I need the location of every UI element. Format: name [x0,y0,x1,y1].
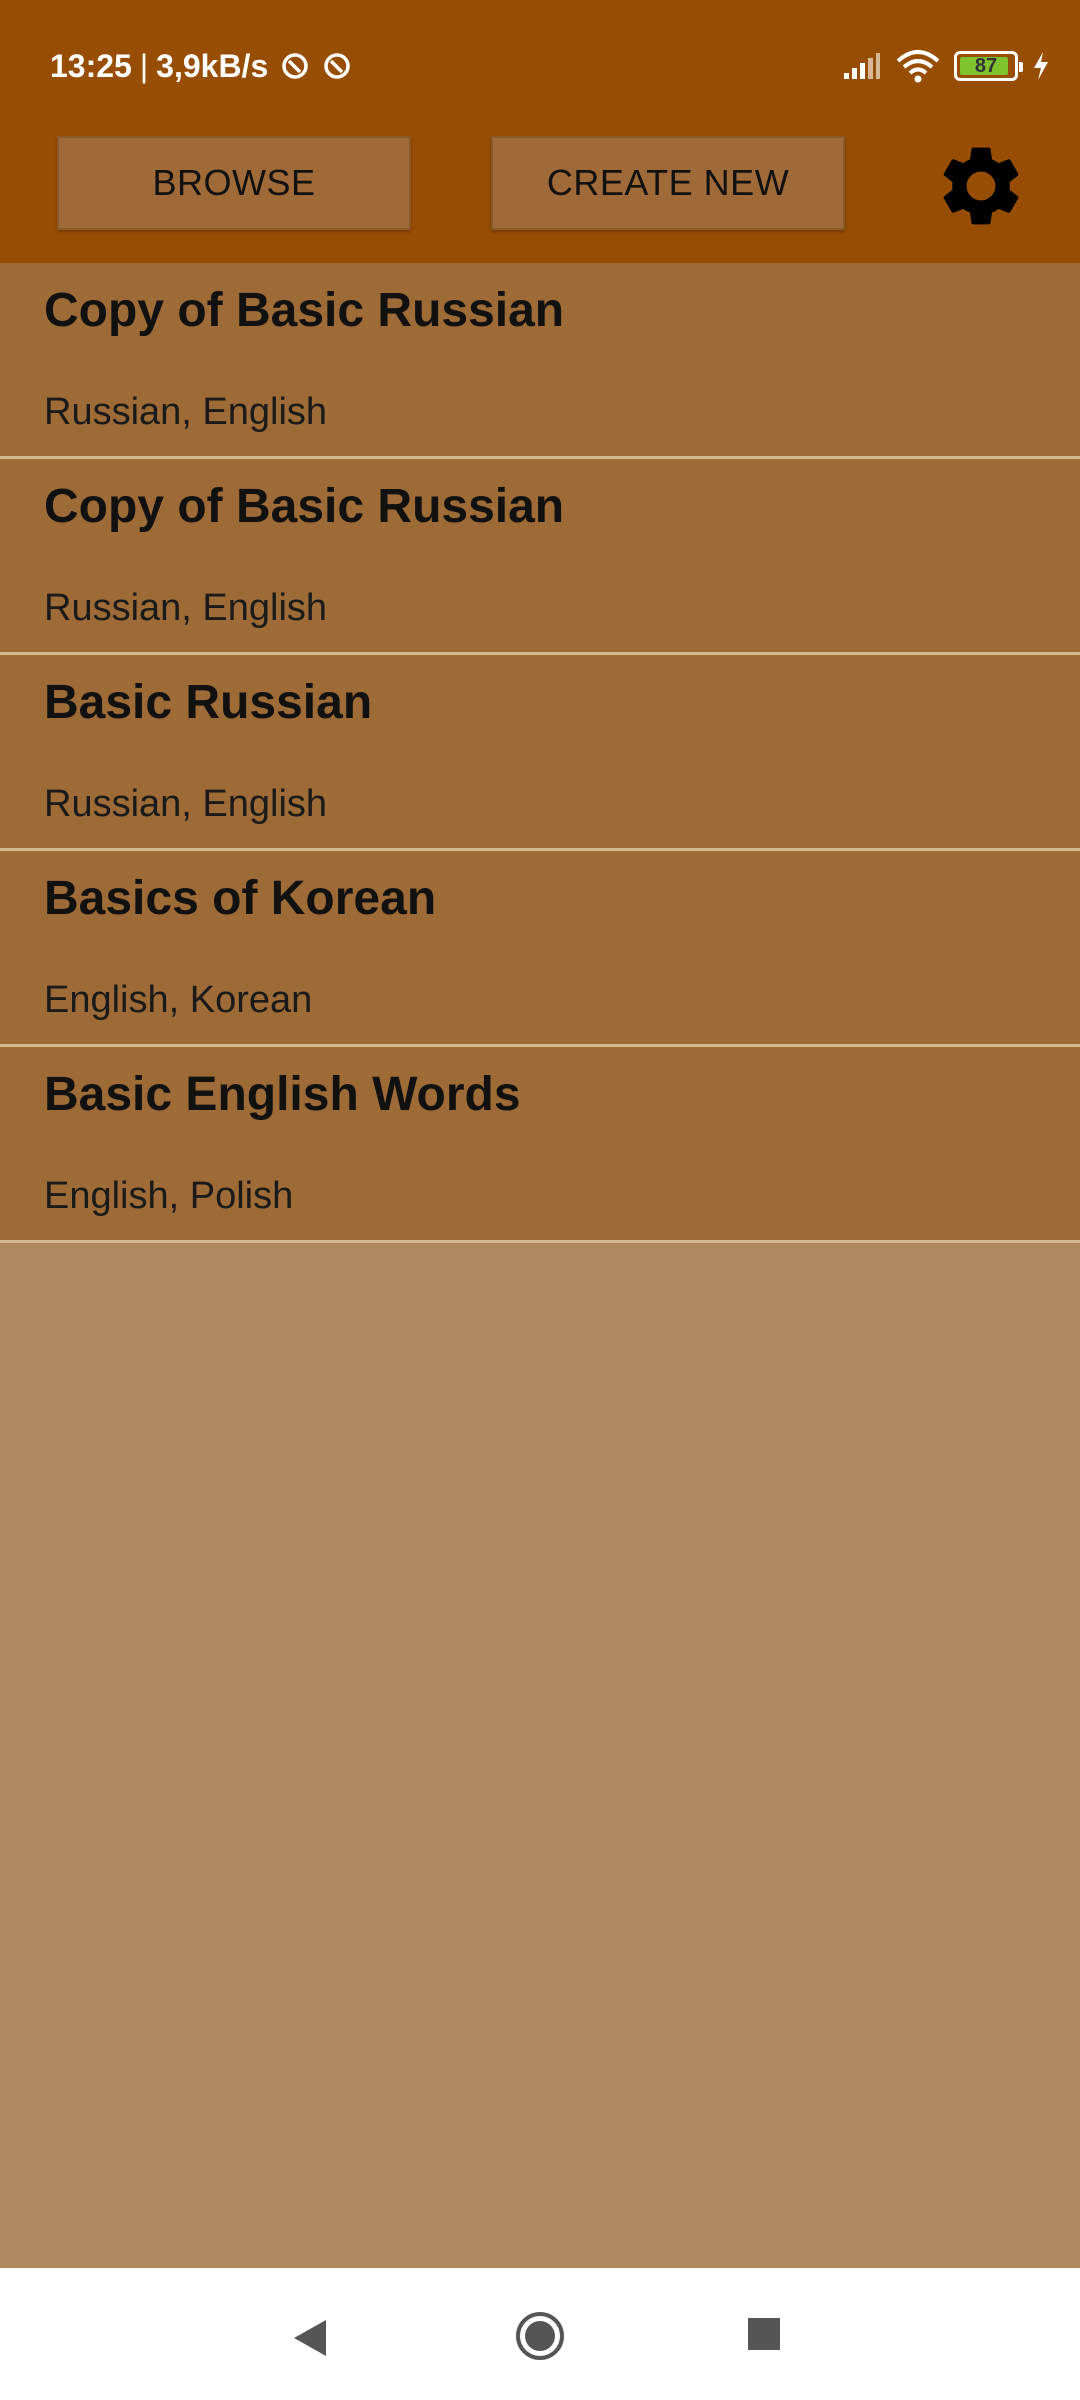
battery-level: 87 [974,54,998,77]
battery-icon: 87 [954,51,1023,81]
deck-languages: English, Korean [44,979,313,1021]
deck-list: Copy of Basic Russian Russian, English C… [0,263,1080,1243]
deck-languages: English, Polish [44,1175,294,1217]
deck-title: Basic English Words [44,1068,521,1121]
gear-icon[interactable] [933,138,1029,234]
sync-icon [324,53,350,79]
app-toolbar: BROWSE CREATE NEW [0,130,1080,263]
status-time: 13:25 [50,47,132,84]
list-item[interactable]: Basics of Korean English, Korean [0,851,1080,1047]
list-item[interactable]: Basic Russian Russian, English [0,655,1080,851]
network-speed: 3,9kB/s [156,47,269,84]
status-bar: 13:25 | 3,9kB/s 87 [0,0,1080,130]
deck-title: Copy of Basic Russian [44,284,565,337]
recents-icon[interactable] [746,2316,782,2352]
deck-title: Basic Russian [44,676,373,729]
signal-icon [844,53,880,79]
browse-button[interactable]: BROWSE [57,136,411,230]
sync-icon [282,53,308,79]
deck-languages: Russian, English [44,391,328,433]
status-right: 87 [828,44,1050,88]
deck-languages: Russian, English [44,587,328,629]
charging-icon [1034,52,1048,80]
deck-title: Copy of Basic Russian [44,480,565,533]
deck-languages: Russian, English [44,783,328,825]
navigation-bar [0,2268,1080,2400]
list-item[interactable]: Basic English Words English, Polish [0,1047,1080,1243]
wifi-icon [896,50,940,83]
create-new-button[interactable]: CREATE NEW [491,136,845,230]
status-left: 13:25 | 3,9kB/s [50,44,352,88]
back-icon[interactable] [290,2316,330,2360]
home-icon[interactable] [514,2310,566,2362]
list-item[interactable]: Copy of Basic Russian Russian, English [0,459,1080,655]
status-separator: | [139,47,149,84]
deck-title: Basics of Korean [44,872,437,925]
list-item[interactable]: Copy of Basic Russian Russian, English [0,263,1080,459]
